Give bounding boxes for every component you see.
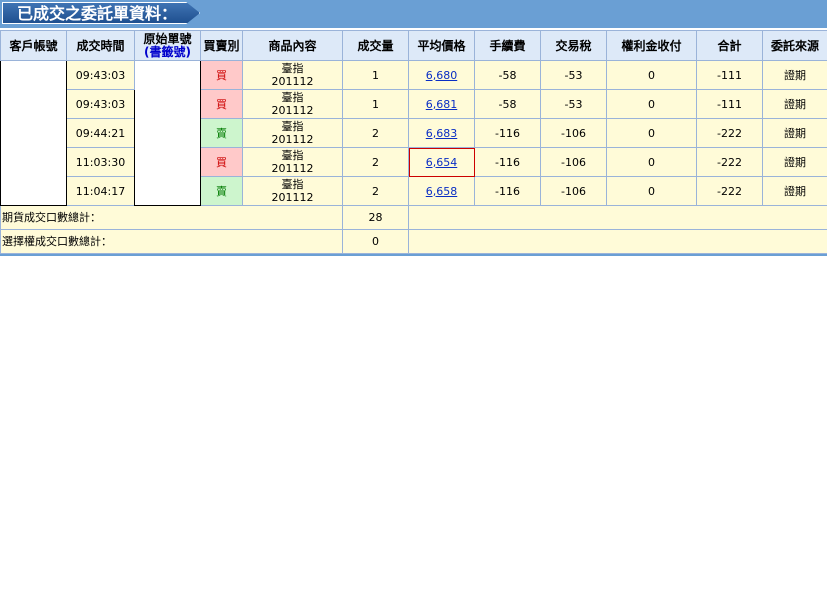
price-link[interactable]: 6,683: [426, 127, 458, 140]
tax-cell: -53: [540, 60, 607, 90]
col-tax: 交易稅: [540, 30, 607, 61]
product-month: 201112: [271, 75, 314, 88]
options-summary-row: 選擇權成交口數總計： 0: [0, 229, 827, 254]
side-cell: 賣: [200, 118, 243, 148]
product-cell: 臺指 201112: [242, 118, 343, 148]
price-cell-highlighted: 6,654: [408, 147, 475, 177]
source-cell: 證期: [762, 89, 827, 119]
total-cell: -111: [696, 60, 763, 90]
bottom-divider: [0, 254, 827, 256]
product-month: 201112: [271, 104, 314, 117]
fee-cell: -116: [474, 176, 541, 206]
section-title: 已成交之委託單資料：: [2, 2, 200, 24]
price-link[interactable]: 6,681: [426, 98, 458, 111]
futures-summary-total: 28: [342, 205, 409, 230]
product-cell: 臺指 201112: [242, 147, 343, 177]
product-month: 201112: [271, 162, 314, 175]
price-link[interactable]: 6,654: [426, 156, 458, 169]
col-orig-order-label: 原始單號: [143, 31, 192, 46]
options-summary-label: 選擇權成交口數總計：: [0, 229, 343, 254]
col-avg-price: 平均價格: [408, 30, 475, 61]
options-summary-filler: [408, 229, 827, 254]
col-product: 商品內容: [242, 30, 343, 61]
qty-cell: 2: [342, 118, 409, 148]
filled-orders-table: 客戶帳號 成交時間 原始單號 (書籤號) 買賣別 商品內容 成交量 平均價格 手…: [0, 30, 827, 254]
product-cell: 臺指 201112: [242, 60, 343, 90]
col-time: 成交時間: [66, 30, 135, 61]
tax-cell: -53: [540, 89, 607, 119]
side-cell: 買: [200, 89, 243, 119]
premium-cell: 0: [606, 147, 697, 177]
product-month: 201112: [271, 191, 314, 204]
fee-cell: -58: [474, 60, 541, 90]
price-cell: 6,681: [408, 89, 475, 119]
tax-cell: -106: [540, 147, 607, 177]
table-row: 09:44:21 賣 臺指 201112 2 6,683 -116 -106 0 …: [1, 118, 827, 148]
source-cell: 證期: [762, 118, 827, 148]
product-name: 臺指: [281, 91, 304, 104]
product-cell: 臺指 201112: [242, 89, 343, 119]
col-bookmark-link[interactable]: (書籤號): [135, 45, 200, 59]
price-link[interactable]: 6,658: [426, 185, 458, 198]
time-cell: 09:43:03: [66, 89, 135, 119]
product-name: 臺指: [281, 120, 304, 133]
time-cell: 09:43:03: [66, 60, 135, 90]
title-bar: 已成交之委託單資料：: [0, 0, 827, 28]
product-name: 臺指: [281, 149, 304, 162]
fee-cell: -116: [474, 118, 541, 148]
premium-cell: 0: [606, 60, 697, 90]
product-cell: 臺指 201112: [242, 176, 343, 206]
col-qty: 成交量: [342, 30, 409, 61]
product-name: 臺指: [281, 178, 304, 191]
table-header-row: 客戶帳號 成交時間 原始單號 (書籤號) 買賣別 商品內容 成交量 平均價格 手…: [0, 30, 827, 61]
price-cell: 6,683: [408, 118, 475, 148]
side-cell: 買: [200, 60, 243, 90]
table-row: 11:04:17 賣 臺指 201112 2 6,658 -116 -106 0 …: [1, 176, 827, 206]
table-row: 09:43:03 買 臺指 201112 1 6,680 -58 -53 0 -1…: [0, 60, 827, 206]
source-cell: 證期: [762, 147, 827, 177]
time-cell: 11:04:17: [66, 176, 135, 206]
product-month: 201112: [271, 133, 314, 146]
side-cell: 賣: [200, 176, 243, 206]
col-side: 買賣別: [200, 30, 243, 61]
qty-cell: 2: [342, 176, 409, 206]
col-account: 客戶帳號: [0, 30, 67, 61]
price-link[interactable]: 6,680: [426, 69, 458, 82]
total-cell: -111: [696, 89, 763, 119]
time-cell: 09:44:21: [66, 118, 135, 148]
futures-summary-filler: [408, 205, 827, 230]
source-cell: 證期: [762, 176, 827, 206]
qty-cell: 1: [342, 89, 409, 119]
source-cell: 證期: [762, 60, 827, 90]
table-row: 09:43:03 買 臺指 201112 1 6,681 -58 -53 0 -1…: [1, 89, 827, 119]
col-source: 委託來源: [762, 30, 827, 61]
futures-summary-label: 期貨成交口數總計：: [0, 205, 343, 230]
premium-cell: 0: [606, 89, 697, 119]
col-total: 合計: [696, 30, 763, 61]
total-cell: -222: [696, 176, 763, 206]
tax-cell: -106: [540, 176, 607, 206]
col-fee: 手續費: [474, 30, 541, 61]
table-row: 11:03:30 買 臺指 201112 2 6,654 -116 -106 0 …: [1, 147, 827, 177]
price-cell: 6,658: [408, 176, 475, 206]
time-cell: 11:03:30: [66, 147, 135, 177]
fee-cell: -116: [474, 147, 541, 177]
qty-cell: 1: [342, 60, 409, 90]
total-cell: -222: [696, 118, 763, 148]
side-cell: 買: [200, 147, 243, 177]
options-summary-total: 0: [342, 229, 409, 254]
product-name: 臺指: [281, 62, 304, 75]
total-cell: -222: [696, 147, 763, 177]
qty-cell: 2: [342, 147, 409, 177]
orig-order-cell: [134, 60, 201, 206]
col-orig-order: 原始單號 (書籤號): [134, 30, 201, 61]
tax-cell: -106: [540, 118, 607, 148]
price-cell: 6,680: [408, 60, 475, 90]
premium-cell: 0: [606, 118, 697, 148]
account-cell: [0, 60, 67, 206]
premium-cell: 0: [606, 176, 697, 206]
fee-cell: -58: [474, 89, 541, 119]
col-premium: 權利金收付: [606, 30, 697, 61]
futures-summary-row: 期貨成交口數總計： 28: [0, 205, 827, 230]
